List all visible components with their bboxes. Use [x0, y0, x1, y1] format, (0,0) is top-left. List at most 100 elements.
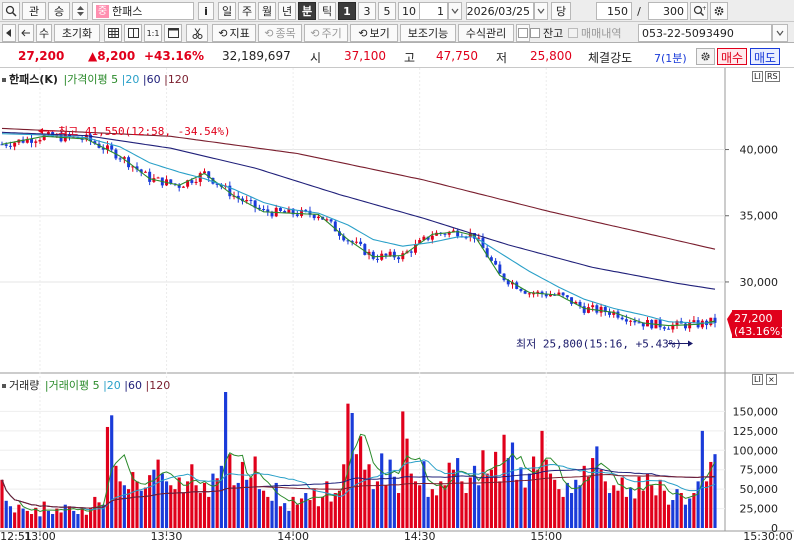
- volume-bar: [413, 481, 418, 528]
- period-tab-4[interactable]: 분: [298, 2, 316, 20]
- volume-bar: [118, 481, 122, 528]
- volume-bar: [498, 481, 502, 528]
- volume-bar: [460, 481, 464, 528]
- candle-body: [527, 293, 531, 295]
- volume-bar: [523, 487, 527, 528]
- current-price-tag-value: 27,200: [734, 312, 773, 325]
- volume-panel-close-button[interactable]: ×: [766, 374, 777, 385]
- stock-name-field[interactable]: 중 한패스: [92, 2, 194, 20]
- interval-dropdown-icon[interactable]: [448, 2, 462, 20]
- period-tab-1[interactable]: 주: [238, 2, 256, 20]
- jugi-button[interactable]: ⟲ 주기: [304, 24, 348, 42]
- candle-body: [443, 233, 447, 235]
- formula-manage-button[interactable]: 수식관리: [458, 24, 514, 42]
- aux-function-button[interactable]: 보조기능: [400, 24, 456, 42]
- candle-body: [143, 171, 147, 173]
- search-icon[interactable]: [2, 2, 20, 20]
- volume-bar: [527, 473, 531, 528]
- volume-bar: [654, 495, 658, 528]
- view-button[interactable]: ⟲ 보기: [350, 24, 398, 42]
- candle-body: [34, 141, 38, 143]
- candle-body: [8, 145, 12, 147]
- volume-tick-label: 125,000: [733, 425, 779, 438]
- volume-bar: [532, 456, 536, 528]
- count-input[interactable]: 150: [596, 2, 632, 20]
- current-button[interactable]: 당: [551, 2, 571, 20]
- volume-bar: [561, 496, 565, 528]
- volume-bar: [308, 500, 312, 528]
- volume-bar: [544, 459, 548, 528]
- janggo-checkbox[interactable]: [530, 28, 540, 38]
- account-dropdown-icon[interactable]: [772, 24, 788, 42]
- scissors-icon[interactable]: [186, 24, 208, 42]
- refresh-icon: ⟲: [358, 26, 368, 40]
- buy-button[interactable]: 매수: [717, 48, 748, 65]
- panel-log-button[interactable]: LI: [752, 71, 763, 82]
- trade-history-toggle[interactable]: 매매내역: [568, 24, 638, 42]
- time-tick-label: 14:00: [277, 530, 309, 542]
- window-icon[interactable]: [164, 24, 182, 42]
- calendar-dropdown-icon[interactable]: [534, 2, 548, 20]
- period-tab-2[interactable]: 월: [258, 2, 276, 20]
- favorites-button[interactable]: 관: [22, 2, 46, 20]
- total-value: 300: [663, 4, 684, 18]
- interval-tab-3[interactable]: 3: [358, 2, 376, 20]
- volume-ma20-label: 20: [106, 379, 121, 392]
- volume-bar: [477, 485, 481, 528]
- volume-bar: [662, 490, 666, 528]
- price-change: ▲8,200: [88, 49, 136, 63]
- candle-body: [561, 292, 565, 296]
- interval-tab-1[interactable]: 1: [338, 2, 356, 20]
- volume-bar: [249, 477, 253, 528]
- volume-ma-label: 거래이평: [48, 379, 90, 392]
- checkbox-icon[interactable]: [516, 24, 530, 42]
- candle-body: [156, 177, 160, 179]
- sell-button[interactable]: 매도: [750, 48, 781, 65]
- grid-layout-icon[interactable]: [104, 24, 122, 42]
- volume-bar: [688, 498, 692, 528]
- account-select[interactable]: 053-22-5093490: [638, 24, 772, 42]
- indicator-button[interactable]: ⟲ 지표: [212, 24, 256, 42]
- volume-bar: [261, 490, 266, 528]
- candle-body: [295, 214, 299, 216]
- volume-bar: [198, 493, 202, 528]
- reset-button[interactable]: 초기화: [54, 24, 100, 42]
- volume-panel-log-button[interactable]: LI: [752, 374, 763, 385]
- settings-gear-icon[interactable]: [710, 2, 728, 20]
- stock-info-button[interactable]: i: [198, 2, 214, 20]
- stock-stepper[interactable]: [72, 2, 88, 20]
- stock-chart[interactable]: 30,00035,00040,000025,00050,00075,000100…: [0, 68, 794, 542]
- info-settings-gear-icon[interactable]: [696, 48, 715, 65]
- volume-bar: [312, 489, 316, 528]
- indicator-label: 지표: [229, 27, 250, 40]
- volume-bar: [599, 469, 603, 528]
- date-input[interactable]: 2026/03/25: [466, 2, 534, 20]
- period-tab-5[interactable]: 틱: [318, 2, 336, 20]
- interval-tab-5[interactable]: 5: [378, 2, 396, 20]
- one-to-one-icon[interactable]: 1:1: [144, 24, 162, 42]
- low-label: 저: [496, 51, 508, 65]
- date-value: 2026/03/25: [466, 4, 530, 18]
- volume-bar: [190, 464, 194, 528]
- count-value: 150: [607, 4, 628, 18]
- jongmok-button[interactable]: ⟲ 종목: [258, 24, 302, 42]
- period-tab-3[interactable]: 년: [278, 2, 296, 20]
- total-input[interactable]: 300: [648, 2, 688, 20]
- rank-button[interactable]: 승: [48, 2, 70, 20]
- trade-history-checkbox[interactable]: [568, 28, 578, 38]
- volume-bar: [557, 489, 561, 528]
- zoom-search-icon[interactable]: +: [690, 2, 708, 20]
- volume-bar: [21, 508, 25, 528]
- candle-body: [683, 323, 687, 329]
- panel-restore-button[interactable]: RS: [765, 71, 780, 82]
- volume-bar: [63, 504, 67, 528]
- strength-label: 체결강도: [588, 51, 633, 65]
- interval-tab-10[interactable]: 10: [398, 2, 420, 20]
- period-tab-0[interactable]: 일: [218, 2, 236, 20]
- split-view-icon[interactable]: [124, 24, 142, 42]
- volume-bar: [612, 485, 616, 528]
- collapse-left-icon[interactable]: [2, 24, 16, 42]
- arrow-left-icon[interactable]: [18, 24, 34, 42]
- su-button[interactable]: 수: [36, 24, 52, 42]
- candle-body: [624, 319, 628, 322]
